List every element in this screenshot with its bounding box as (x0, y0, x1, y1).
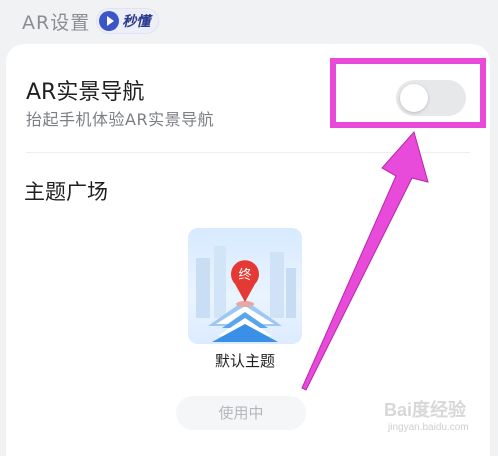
baidu-watermark: Bai度经验 jingyan.baidu.com (384, 396, 494, 456)
annotation-arrow (301, 130, 429, 391)
watermark-logo: Bai度经验 (384, 400, 467, 420)
watermark-url: jingyan.baidu.com (388, 422, 469, 433)
